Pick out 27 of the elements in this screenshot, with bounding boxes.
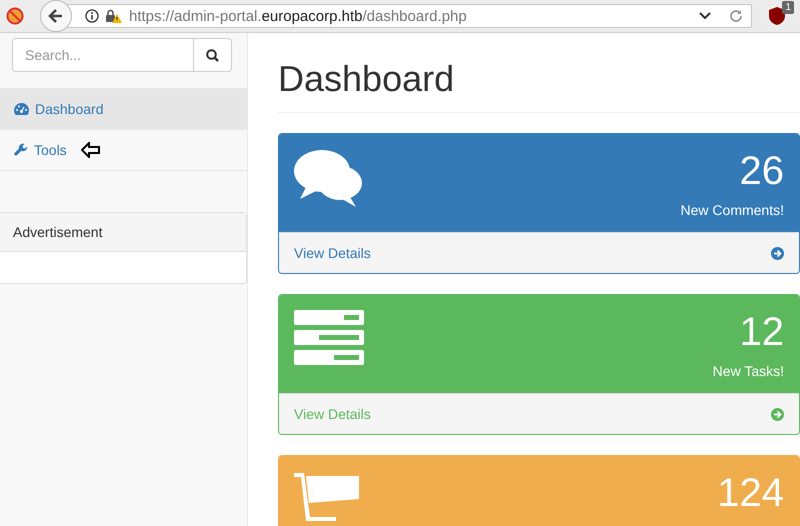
search-field[interactable]: Search... bbox=[12, 38, 194, 72]
info-icon[interactable] bbox=[85, 9, 99, 23]
stat-caption: New Tasks! bbox=[712, 363, 784, 379]
blocked-extension-icon[interactable] bbox=[6, 7, 24, 25]
stat-count: 12 bbox=[738, 312, 784, 352]
stat-count: 124 bbox=[717, 473, 784, 513]
lock-warning-icon[interactable] bbox=[105, 9, 123, 23]
shield-extension-icon[interactable] bbox=[769, 7, 785, 25]
dropdown-caret-icon[interactable] bbox=[699, 12, 711, 20]
sidebar-item[interactable]: Dashboard bbox=[0, 89, 247, 130]
back-button[interactable] bbox=[40, 0, 72, 32]
server-stack-icon bbox=[294, 310, 364, 366]
stat-count: 26 bbox=[738, 151, 784, 191]
wrench-icon bbox=[14, 143, 28, 157]
search-icon bbox=[206, 48, 219, 62]
page-title: Dashboard bbox=[278, 58, 800, 113]
extension-badge: 1 bbox=[782, 1, 794, 14]
shopping-cart-icon bbox=[294, 471, 360, 521]
back-arrow-icon bbox=[48, 8, 64, 24]
search-button[interactable] bbox=[194, 38, 232, 72]
reload-icon[interactable] bbox=[729, 9, 743, 23]
view-details-link[interactable]: View Details bbox=[294, 406, 371, 422]
stat-caption: New Comments! bbox=[680, 202, 784, 218]
panel-heading: Advertisement bbox=[0, 213, 246, 252]
arrow-circle-icon[interactable] bbox=[771, 246, 784, 260]
view-details-link[interactable]: View Details bbox=[294, 245, 371, 261]
dashboard-gauge-icon bbox=[14, 103, 29, 115]
